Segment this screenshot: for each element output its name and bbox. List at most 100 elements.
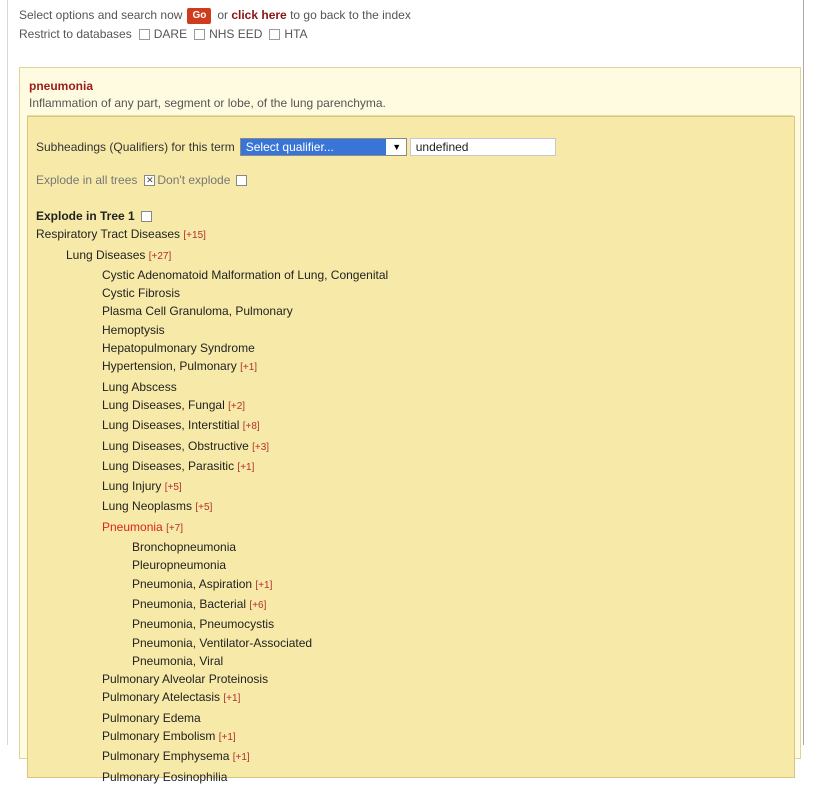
tree-item-expand-count[interactable]: [+1] <box>255 580 272 591</box>
tree-item[interactable]: Hepatopulmonary Syndrome <box>36 339 388 357</box>
tree-item[interactable]: Plasma Cell Granuloma, Pulmonary <box>36 302 388 320</box>
tree-item[interactable]: Hemoptysis <box>36 321 388 339</box>
page-left-border <box>7 0 8 745</box>
qualifier-input[interactable]: undefined <box>409 138 556 156</box>
tree-item-expand-count[interactable]: [+1] <box>240 362 257 373</box>
click-here-link[interactable]: click here <box>231 6 286 25</box>
explode-options-row: Explode in all trees ✕ Don't explode <box>36 173 248 187</box>
tree-item[interactable]: Pulmonary Alveolar Proteinosis <box>36 670 388 688</box>
tree-item[interactable]: Pulmonary Eosinophilia <box>36 768 388 786</box>
tree-item-label[interactable]: Respiratory Tract Diseases <box>36 227 180 241</box>
intro-text: Select options and search now <box>19 8 183 22</box>
tree-item-label[interactable]: Pleuropneumonia <box>132 558 226 572</box>
tree-item-expand-count[interactable]: [+7] <box>166 523 183 534</box>
back-text: to go back to the index <box>290 8 411 22</box>
tree-item-label[interactable]: Pneumonia, Viral <box>132 654 223 668</box>
tree-item-expand-count[interactable]: [+1] <box>219 732 236 743</box>
tree-item-label[interactable]: Lung Neoplasms <box>102 499 192 513</box>
tree-item[interactable]: Pneumonia, Bacterial [+6] <box>36 595 388 615</box>
search-options-bar: Select options and search now Go or clic… <box>8 6 803 44</box>
tree-item[interactable]: Cystic Adenomatoid Malformation of Lung,… <box>36 266 388 284</box>
tree-item-label[interactable]: Pneumonia, Aspiration <box>132 577 252 591</box>
tree-item-label[interactable]: Pulmonary Alveolar Proteinosis <box>102 672 268 686</box>
tree-item-label[interactable]: Hemoptysis <box>102 323 165 337</box>
restrict-databases-row: Restrict to databases DARE NHS EED HTA <box>8 25 803 44</box>
tree-item-expand-count[interactable]: [+1] <box>237 462 254 473</box>
tree-item[interactable]: Pulmonary Edema <box>36 709 388 727</box>
dont-explode-label: Don't explode <box>157 173 231 187</box>
tree-item[interactable]: Pneumonia, Ventilator-Associated <box>36 634 388 652</box>
tree-item-expand-count[interactable]: [+5] <box>165 482 182 493</box>
tree-item[interactable]: Lung Injury [+5] <box>36 477 388 497</box>
dont-explode-checkbox[interactable]: ✕ <box>144 174 156 186</box>
tree-item[interactable]: Pulmonary Embolism [+1] <box>36 727 388 747</box>
tree-item[interactable]: Bronchopneumonia <box>36 538 388 556</box>
tree-item-label[interactable]: Plasma Cell Granuloma, Pulmonary <box>102 304 293 318</box>
tree-item-expand-count[interactable]: [+27] <box>149 251 172 262</box>
tree-item-label[interactable]: Lung Injury <box>102 479 161 493</box>
tree-item[interactable]: Hypertension, Pulmonary [+1] <box>36 357 388 377</box>
tree-item-expand-count[interactable]: [+1] <box>233 752 250 763</box>
go-button[interactable]: Go <box>187 7 212 24</box>
explode-all-trees-checkbox[interactable] <box>236 174 248 186</box>
tree-item-label[interactable]: Lung Diseases <box>66 248 145 262</box>
tree-item-expand-count[interactable]: [+5] <box>195 502 212 513</box>
tree-item-label[interactable]: Cystic Adenomatoid Malformation of Lung,… <box>102 268 388 282</box>
tree-item[interactable]: Lung Diseases, Obstructive [+3] <box>36 437 388 457</box>
tree-item-label[interactable]: Lung Diseases, Parasitic <box>102 459 234 473</box>
tree-item-label[interactable]: Pneumonia, Bacterial <box>132 597 246 611</box>
tree-item-expand-count[interactable]: [+1] <box>223 693 240 704</box>
tree-items: Respiratory Tract Diseases [+15] Lung Dis… <box>36 225 388 786</box>
tree-item-label[interactable]: Pulmonary Emphysema <box>102 749 229 763</box>
tree-item[interactable]: Pneumonia, Viral <box>36 652 388 670</box>
hta-label: HTA <box>284 27 308 41</box>
nhs-eed-checkbox[interactable] <box>194 29 206 40</box>
tree-item-expand-count[interactable]: [+3] <box>252 442 269 453</box>
page-right-border <box>803 0 804 745</box>
search-options-row: Select options and search now Go or clic… <box>8 6 803 25</box>
tree-item[interactable]: Lung Neoplasms [+5] <box>36 497 388 517</box>
tree-item[interactable]: Pulmonary Atelectasis [+1] <box>36 688 388 708</box>
nhs-eed-label: NHS EED <box>209 27 263 41</box>
tree-item-label[interactable]: Lung Diseases, Interstitial <box>102 418 239 432</box>
qualifier-row: Subheadings (Qualifiers) for this term S… <box>36 138 556 156</box>
hta-checkbox[interactable] <box>269 29 281 40</box>
tree-item[interactable]: Respiratory Tract Diseases [+15] <box>36 225 388 245</box>
tree-item-label[interactable]: Pneumonia <box>102 520 163 534</box>
tree-item-label[interactable]: Pulmonary Eosinophilia <box>102 770 227 784</box>
tree-item-label[interactable]: Lung Diseases, Obstructive <box>102 439 249 453</box>
dare-checkbox[interactable] <box>138 29 150 40</box>
tree-item[interactable]: Pneumonia, Pneumocystis <box>36 615 388 633</box>
tree-item[interactable]: Pneumonia, Aspiration [+1] <box>36 575 388 595</box>
tree-item-label[interactable]: Lung Diseases, Fungal <box>102 398 225 412</box>
explode-tree-1-checkbox[interactable] <box>140 210 152 222</box>
tree-item[interactable]: Lung Diseases, Interstitial [+8] <box>36 416 388 436</box>
tree-item-expand-count[interactable]: [+6] <box>249 600 266 611</box>
tree-item-label[interactable]: Pneumonia, Ventilator-Associated <box>132 636 312 650</box>
tree-item-label[interactable]: Pulmonary Edema <box>102 711 201 725</box>
tree-item[interactable]: Pulmonary Emphysema [+1] <box>36 747 388 767</box>
tree-item-label[interactable]: Pneumonia, Pneumocystis <box>132 617 274 631</box>
tree-item-label[interactable]: Pulmonary Atelectasis <box>102 690 220 704</box>
tree-item[interactable]: Cystic Fibrosis <box>36 284 388 302</box>
tree-item-expand-count[interactable]: [+8] <box>243 421 260 432</box>
tree-item[interactable]: Pneumonia [+7] <box>36 518 388 538</box>
tree-item-label[interactable]: Bronchopneumonia <box>132 540 236 554</box>
term-options-panel: Subheadings (Qualifiers) for this term S… <box>27 116 795 784</box>
qualifier-select[interactable]: Select qualifier... ▼ <box>239 138 407 156</box>
tree-item[interactable]: Lung Diseases [+27] <box>36 246 388 266</box>
tree-item-expand-count[interactable]: [+15] <box>183 230 206 241</box>
restrict-label: Restrict to databases <box>19 27 132 41</box>
tree-item-label[interactable]: Cystic Fibrosis <box>102 286 180 300</box>
tree-item[interactable]: Lung Diseases, Parasitic [+1] <box>36 457 388 477</box>
term-title: pneumonia <box>29 79 94 93</box>
tree-item-expand-count[interactable]: [+2] <box>228 401 245 412</box>
tree-item-label[interactable]: Hypertension, Pulmonary <box>102 359 237 373</box>
tree-item[interactable]: Lung Diseases, Fungal [+2] <box>36 396 388 416</box>
tree-item-label[interactable]: Hepatopulmonary Syndrome <box>102 341 255 355</box>
tree-item[interactable]: Lung Abscess <box>36 378 388 396</box>
tree-item-label[interactable]: Pulmonary Embolism <box>102 729 215 743</box>
tree-item[interactable]: Pleuropneumonia <box>36 556 388 574</box>
term-panel: pneumonia Inflammation of any part, segm… <box>19 67 801 784</box>
tree-item-label[interactable]: Lung Abscess <box>102 380 177 394</box>
